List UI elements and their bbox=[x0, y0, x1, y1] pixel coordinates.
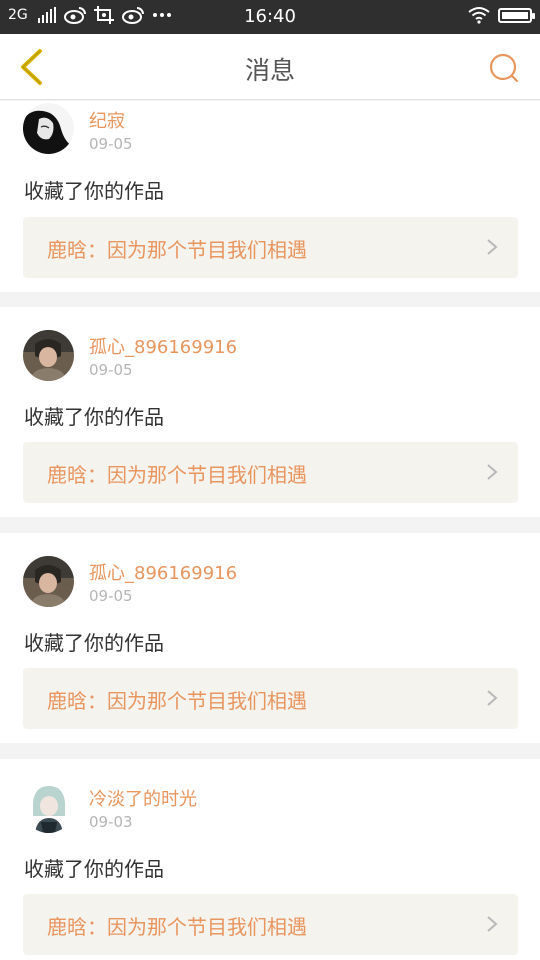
message-date: 09-05 bbox=[89, 135, 133, 153]
work-link[interactable]: 鹿晗：因为那个节目我们相遇 bbox=[23, 668, 518, 729]
message-card: 孤心_896169916 09-05 收藏了你的作品 鹿晗：因为那个节目我们相遇 bbox=[0, 307, 540, 517]
work-title: 鹿晗：因为那个节目我们相遇 bbox=[47, 463, 307, 487]
work-link[interactable]: 鹿晗：因为那个节目我们相遇 bbox=[23, 217, 518, 278]
work-title: 鹿晗：因为那个节目我们相遇 bbox=[47, 238, 307, 262]
avatar[interactable] bbox=[23, 782, 74, 833]
chevron-right-icon bbox=[487, 916, 498, 932]
message-date: 09-05 bbox=[89, 587, 133, 605]
message-card: 纪寂 09-05 收藏了你的作品 鹿晗：因为那个节目我们相遇 bbox=[0, 101, 540, 292]
message-date: 09-03 bbox=[89, 813, 133, 831]
avatar[interactable] bbox=[23, 556, 74, 607]
message-action: 收藏了你的作品 bbox=[24, 179, 164, 203]
username[interactable]: 纪寂 bbox=[89, 107, 125, 133]
search-button[interactable] bbox=[484, 48, 524, 88]
avatar[interactable] bbox=[23, 103, 74, 154]
message-action: 收藏了你的作品 bbox=[24, 857, 164, 881]
work-title: 鹿晗：因为那个节目我们相遇 bbox=[47, 915, 307, 939]
chevron-right-icon bbox=[487, 464, 498, 480]
message-list[interactable]: 纪寂 09-05 收藏了你的作品 鹿晗：因为那个节目我们相遇 孤心_896169… bbox=[0, 101, 540, 960]
message-action: 收藏了你的作品 bbox=[24, 631, 164, 655]
status-right bbox=[468, 6, 535, 24]
wifi-icon bbox=[468, 7, 490, 24]
clock: 16:40 bbox=[244, 6, 296, 27]
work-link[interactable]: 鹿晗：因为那个节目我们相遇 bbox=[23, 442, 518, 503]
page-title: 消息 bbox=[244, 56, 295, 85]
battery-icon bbox=[498, 7, 535, 23]
work-link[interactable]: 鹿晗：因为那个节目我们相遇 bbox=[23, 894, 518, 955]
username[interactable]: 冷淡了的时光 bbox=[89, 785, 197, 811]
chevron-right-icon bbox=[487, 239, 498, 255]
avatar[interactable] bbox=[23, 330, 74, 381]
message-date: 09-05 bbox=[89, 361, 133, 379]
work-title: 鹿晗：因为那个节目我们相遇 bbox=[47, 689, 307, 713]
chevron-right-icon bbox=[487, 690, 498, 706]
status-bar: 2G 16:40 bbox=[0, 0, 540, 34]
username[interactable]: 孤心_896169916 bbox=[89, 559, 237, 585]
message-action: 收藏了你的作品 bbox=[24, 405, 164, 429]
username[interactable]: 孤心_896169916 bbox=[89, 333, 237, 359]
title-bar: 消息 bbox=[0, 34, 540, 100]
message-card: 孤心_896169916 09-05 收藏了你的作品 鹿晗：因为那个节目我们相遇 bbox=[0, 533, 540, 743]
message-card: 冷淡了的时光 09-03 收藏了你的作品 鹿晗：因为那个节目我们相遇 bbox=[0, 759, 540, 960]
search-icon bbox=[489, 53, 519, 83]
